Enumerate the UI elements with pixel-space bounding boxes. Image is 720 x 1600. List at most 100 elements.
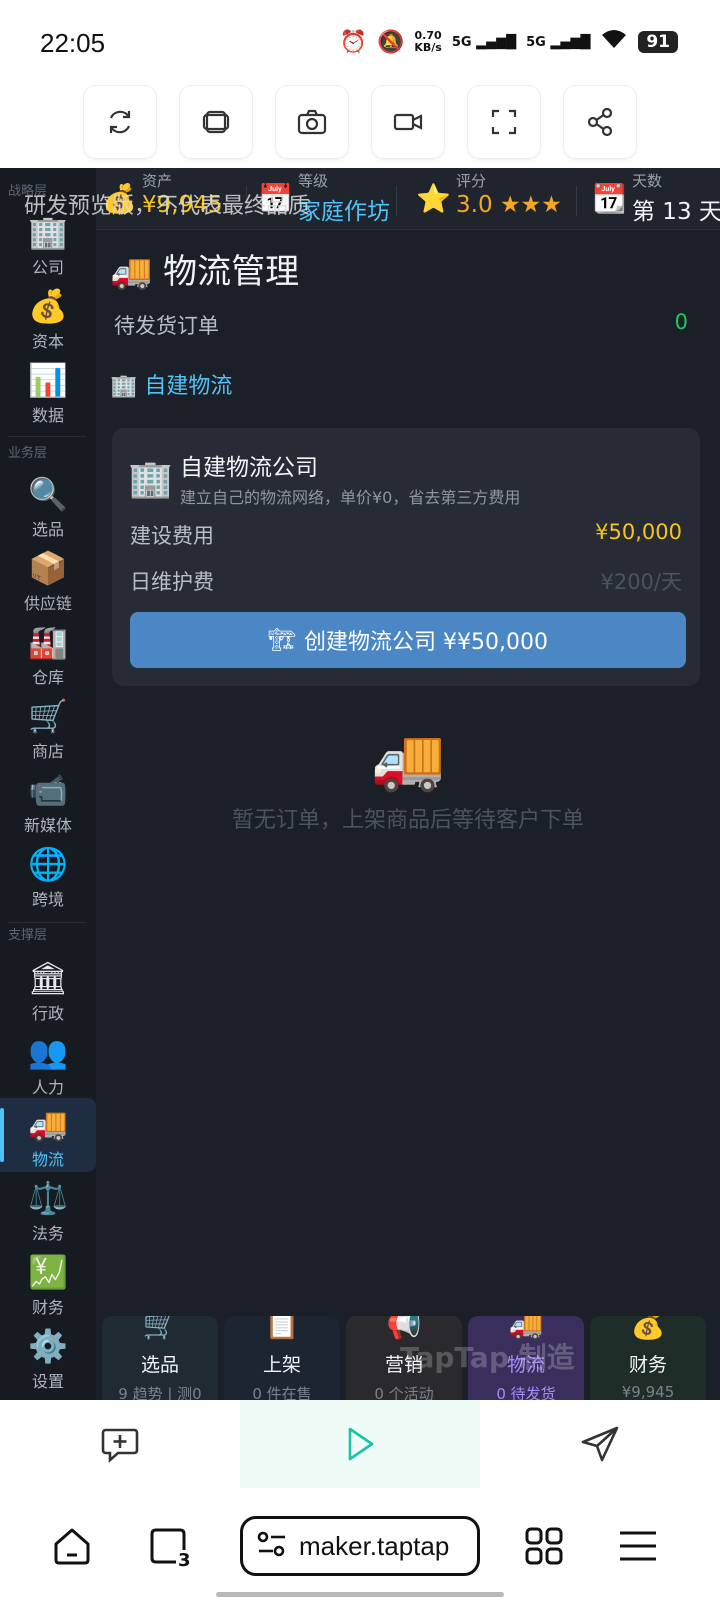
office-building-icon: 🏢 <box>128 459 173 500</box>
sidebar-item-legal[interactable]: ⚖️ 法务 <box>0 1178 96 1252</box>
tab-label: 上架 <box>262 1354 301 1376</box>
stat-title: 天数 <box>632 172 663 190</box>
tab-subtext: 9 趋势 | 测0 <box>118 1385 202 1400</box>
battery-indicator: 91 <box>638 31 678 53</box>
shopping-cart-icon: 🛒 <box>28 697 68 735</box>
sidebar-item-store[interactable]: 🛒 商店 <box>0 696 96 770</box>
url-text: maker.taptap <box>299 1530 450 1561</box>
page-title-text: 物流管理 <box>163 252 300 292</box>
delivery-truck-icon: 🚚 <box>110 252 153 292</box>
tab-selection[interactable]: 🛒 选品 9 趋势 | 测0 <box>102 1316 218 1400</box>
sidebar-item-supply-chain[interactable]: 📦 供应链 <box>0 548 96 622</box>
tab-finance[interactable]: 💰 财务 ¥9,945 <box>590 1316 706 1400</box>
sidebar-item-label: 跨境 <box>31 890 64 909</box>
sidebar-item-label: 商店 <box>31 742 64 761</box>
home-button[interactable] <box>42 1516 102 1576</box>
button-label: 创建物流公司 ¥¥50,000 <box>303 630 548 655</box>
taptap-watermark: TapTap 制造 <box>400 1341 575 1374</box>
sidebar-item-label: 资本 <box>31 332 64 351</box>
comment-button[interactable] <box>60 1400 180 1488</box>
fullscreen-icon <box>491 109 517 135</box>
browser-action-bar <box>0 1400 720 1488</box>
sidebar-item-label: 新媒体 <box>23 816 72 835</box>
build-cost-label: 建设费用 <box>130 524 214 548</box>
factory-icon: 🏭 <box>28 623 68 661</box>
create-logistics-company-button[interactable]: 🏗 创建物流公司 ¥¥50,000 <box>130 612 686 668</box>
calendar-icon: 📅 <box>258 182 293 215</box>
layer-label-support: 支撑层 <box>8 928 48 943</box>
sidebar-item-admin[interactable]: 🏛 行政 <box>0 958 96 1032</box>
stat-value: 第 13 天 <box>632 199 720 225</box>
tab-label: 选品 <box>140 1354 179 1376</box>
screenshot-icon <box>297 109 327 135</box>
browser-tool-row <box>0 86 720 166</box>
layer-label-strategy: 战略层 <box>8 184 48 199</box>
divider <box>396 186 397 216</box>
send-icon <box>581 1426 619 1462</box>
tab-subtext: 0 件在售 <box>252 1385 312 1400</box>
signal-label: 5G <box>526 34 546 50</box>
divider <box>8 922 86 923</box>
fullscreen-button[interactable] <box>468 86 540 158</box>
stat-value: 3.0 ★★★ <box>456 192 562 218</box>
signal-label: 5G <box>451 34 472 50</box>
game-view: 战略层 🏢 公司 💰 资本 📊 数据 业务层 🔍 选品 📦 供应链 🏭 仓库 🛒 商店 📹 新媒… <box>0 168 720 1400</box>
bar-chart-icon: 📊 <box>28 361 68 399</box>
address-bar[interactable]: maker.taptap <box>240 1516 480 1576</box>
people-icon: 👥 <box>28 1033 68 1071</box>
record-video-icon <box>393 113 423 131</box>
sidebar-item-logistics[interactable]: 🚚 物流 <box>0 1098 96 1172</box>
sidebar-item-label: 财务 <box>31 1298 64 1317</box>
stat-value: 家庭作坊 <box>298 199 390 225</box>
record-video-button[interactable] <box>372 86 444 158</box>
refresh-icon <box>109 110 131 134</box>
layers-button[interactable] <box>180 86 252 158</box>
sidebar-item-new-media[interactable]: 📹 新媒体 <box>0 770 96 844</box>
share-button[interactable] <box>564 86 636 158</box>
sidebar-item-label: 法务 <box>31 1224 64 1243</box>
play-icon <box>348 1427 374 1461</box>
gear-icon: ⚙️ <box>28 1327 68 1365</box>
tab-listing[interactable]: 📋 上架 0 件在售 <box>224 1316 340 1400</box>
sidebar-item-data[interactable]: 📊 数据 <box>0 360 96 434</box>
sidebar-item-selection[interactable]: 🔍 选品 <box>0 474 96 548</box>
chart-yen-icon: 💹 <box>28 1253 68 1291</box>
send-button[interactable] <box>540 1400 660 1488</box>
apps-button[interactable] <box>514 1516 574 1576</box>
star-icon: ⭐ <box>416 182 451 215</box>
grid-icon <box>525 1527 563 1565</box>
construction-crane-icon: 🏗 <box>268 627 296 653</box>
money-bag-icon: 💰 <box>102 182 137 215</box>
sidebar-item-hr[interactable]: 👥 人力 <box>0 1032 96 1106</box>
delivery-truck-icon: 🚚 <box>28 1105 68 1143</box>
classical-building-icon: 🏛 <box>27 959 69 997</box>
screenshot-button[interactable] <box>276 86 348 158</box>
magnifier-icon: 🔍 <box>28 475 68 513</box>
sidebar-item-cross-border[interactable]: 🌐 跨境 <box>0 844 96 918</box>
status-icons: ⏰ 🔕 0.70 KB/s 5G ▂▄▆█ 5G ▂▄▆█ 91 <box>340 28 678 56</box>
sidebar-item-finance[interactable]: 💹 财务 <box>0 1252 96 1326</box>
sidebar-item-company[interactable]: 🏢 公司 <box>0 212 96 286</box>
play-button[interactable] <box>240 1400 480 1488</box>
sidebar-item-settings[interactable]: ⚙️ 设置 <box>0 1326 96 1400</box>
divider <box>246 186 247 216</box>
sidebar-item-label: 行政 <box>31 1004 64 1023</box>
refresh-button[interactable] <box>84 86 156 158</box>
money-bag-icon: 💰 <box>28 287 68 325</box>
menu-button[interactable] <box>608 1516 668 1576</box>
top-stats-bar: 💰 资产 ¥9,945 📅 等级 家庭作坊 ⭐ 评分 3.0 ★★★ 📆 天数 … <box>96 168 720 230</box>
sidebar-item-label: 仓库 <box>31 668 64 687</box>
tab-subtext: 0 个活动 <box>374 1385 434 1400</box>
stat-title: 等级 <box>298 172 329 190</box>
signal-5g-1: 5G ▂▄▆█ <box>451 34 517 50</box>
delivery-truck-icon: 🚚 <box>370 725 446 795</box>
sidebar-item-label: 公司 <box>31 258 64 277</box>
sidebar-item-capital[interactable]: 💰 资本 <box>0 286 96 360</box>
stat-title: 资产 <box>142 172 173 190</box>
page-title: 🚚 物流管理 <box>110 244 299 293</box>
daily-fee-value: ¥200/天 <box>600 570 682 594</box>
sidebar-item-warehouse[interactable]: 🏭 仓库 <box>0 622 96 696</box>
section-title: 🏢 自建物流 <box>110 368 232 400</box>
share-icon <box>587 107 613 137</box>
home-indicator[interactable] <box>216 1592 504 1597</box>
